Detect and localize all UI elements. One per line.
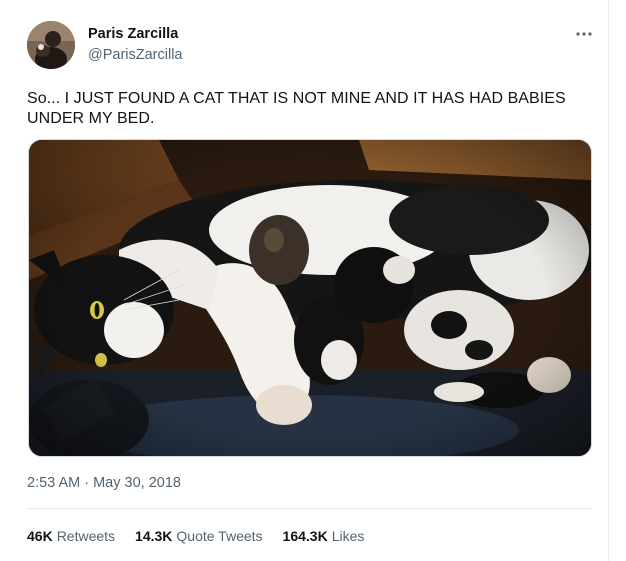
tweet-card: Paris Zarcilla @ParisZarcilla So... I JU… (0, 0, 609, 561)
retweets-count: 46K (27, 528, 53, 544)
tweet-text: So... I JUST FOUND A CAT THAT IS NOT MIN… (27, 90, 566, 127)
tweet-timestamp[interactable]: 2:53 AM · May 30, 2018 (27, 475, 181, 491)
author-handle[interactable]: @ParisZarcilla (88, 47, 182, 63)
quote-tweets-stat[interactable]: 14.3K Quote Tweets (135, 528, 263, 544)
retweets-label: Retweets (56, 528, 116, 544)
divider (27, 508, 592, 509)
engagement-stats: 46K Retweets 14.3K Quote Tweets 164.3K Like… (27, 528, 364, 544)
avatar[interactable] (27, 21, 75, 69)
cat-with-kittens-photo (29, 140, 591, 456)
more-options-button[interactable] (574, 24, 594, 44)
tweet-photo[interactable] (28, 139, 592, 457)
retweets-stat[interactable]: 46K Retweets (27, 528, 115, 544)
likes-stat[interactable]: 164.3K Likes (283, 528, 365, 544)
quote-tweets-label: Quote Tweets (176, 528, 263, 544)
avatar-image (27, 21, 75, 69)
author-name[interactable]: Paris Zarcilla (88, 26, 178, 42)
quote-tweets-count: 14.3K (135, 528, 173, 544)
likes-count: 164.3K (282, 528, 328, 544)
more-horizontal-icon (576, 32, 592, 36)
likes-label: Likes (331, 528, 365, 544)
